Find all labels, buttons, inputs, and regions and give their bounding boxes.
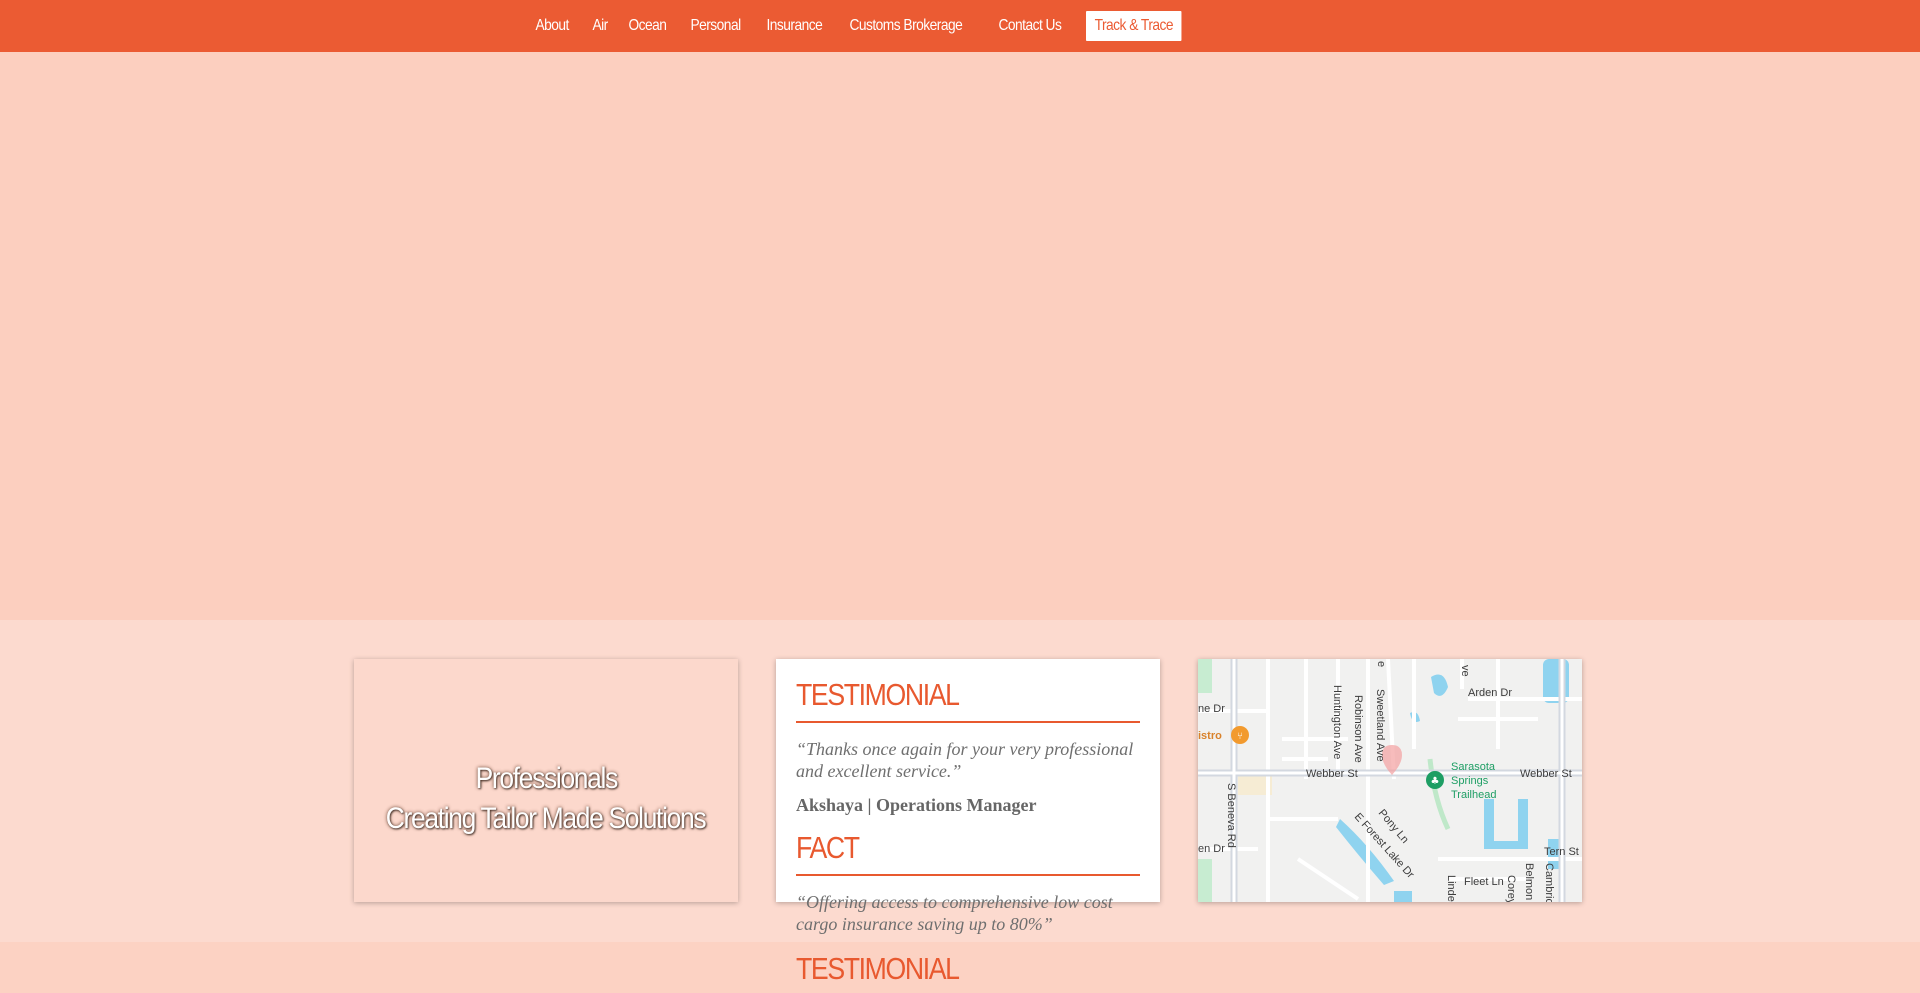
nav-item-personal[interactable]: Personal (687, 17, 744, 35)
fact-divider (796, 874, 1140, 876)
map-label-ave-top: ve (1459, 665, 1471, 677)
map-label-trailhead-1: Sarasota (1451, 761, 1496, 773)
map-label-webber-east: Webber St (1520, 768, 1572, 780)
next-testimonial-heading: TESTIMONIAL (796, 951, 960, 986)
map-label-belmont: Belmon (1523, 863, 1535, 900)
park-area (1198, 659, 1212, 693)
track-and-trace-button[interactable]: Track & Trace (1086, 11, 1182, 41)
map-label-beneva: S Beneva Rd (1225, 783, 1237, 848)
nav-item-customs-brokerage[interactable]: Customs Brokerage (846, 17, 966, 35)
map-label-en-dr: en Dr (1198, 843, 1225, 855)
map-label-sweetland: Sweetland Ave (1374, 689, 1386, 762)
restaurant-glyph: ⑂ (1237, 731, 1243, 742)
professionals-card: Professionals Creating Tailor Made Solut… (354, 659, 738, 902)
map-label-webber-west: Webber St (1306, 768, 1358, 780)
nav-item-insurance[interactable]: Insurance (763, 17, 826, 35)
fact-quote: “Offering access to comprehensive low co… (796, 892, 1113, 934)
map-label-cambridge: Cambric (1543, 863, 1555, 902)
promo-line-2: Creating Tailor Made Solutions (386, 801, 707, 835)
map-label-ne-dr: ne Dr (1198, 703, 1225, 715)
testimonial-content: TESTIMONIAL “Thanks once again for your … (796, 675, 1140, 989)
tree-glyph: ♣ (1431, 776, 1440, 787)
map-label-corey: Corey (1505, 875, 1517, 902)
testimonial-author: Akshaya | Operations Manager (796, 795, 1037, 815)
map-label-fleet: Fleet Ln (1464, 876, 1504, 888)
fact-heading: FACT (796, 830, 860, 865)
top-navigation-bar: About Air Ocean Personal Insurance Custo… (0, 0, 1920, 52)
nav-item-contact-us[interactable]: Contact Us (995, 17, 1065, 35)
map-label-arden: Arden Dr (1468, 687, 1512, 699)
map-label-bistro: istro (1198, 730, 1222, 742)
testimonial-heading: TESTIMONIAL (796, 677, 960, 712)
map-label-linden: Linde (1445, 875, 1457, 902)
testimonial-card: TESTIMONIAL “Thanks once again for your … (776, 659, 1160, 986)
nav-item-ocean[interactable]: Ocean (625, 17, 670, 35)
nav-item-about[interactable]: About (532, 17, 572, 35)
promo-line-1: Professionals (475, 761, 618, 795)
park-area (1198, 859, 1212, 902)
map-label-trailhead-2: Springs (1451, 775, 1489, 787)
map-label-huntington: Huntington Ave (1331, 685, 1343, 759)
map-canvas[interactable]: ⑂ ♣ Arden Dr ne Dr istro Webber St Webbe… (1198, 659, 1582, 902)
main-nav: About Air Ocean Personal Insurance Custo… (532, 0, 1208, 52)
testimonial-divider (796, 721, 1140, 723)
pond (1394, 891, 1412, 902)
hero-banner (0, 52, 1920, 620)
map-label-e-top: e (1375, 661, 1387, 667)
map-label-tern: Tern St (1544, 846, 1579, 858)
map-label-robinson: Robinson Ave (1352, 695, 1364, 763)
map-label-trailhead-3: Trailhead (1451, 789, 1496, 801)
testimonial-quote: “Thanks once again for your very profess… (796, 739, 1134, 781)
location-map[interactable]: ⑂ ♣ Arden Dr ne Dr istro Webber St Webbe… (1198, 659, 1582, 902)
nav-item-air[interactable]: Air (589, 17, 611, 35)
